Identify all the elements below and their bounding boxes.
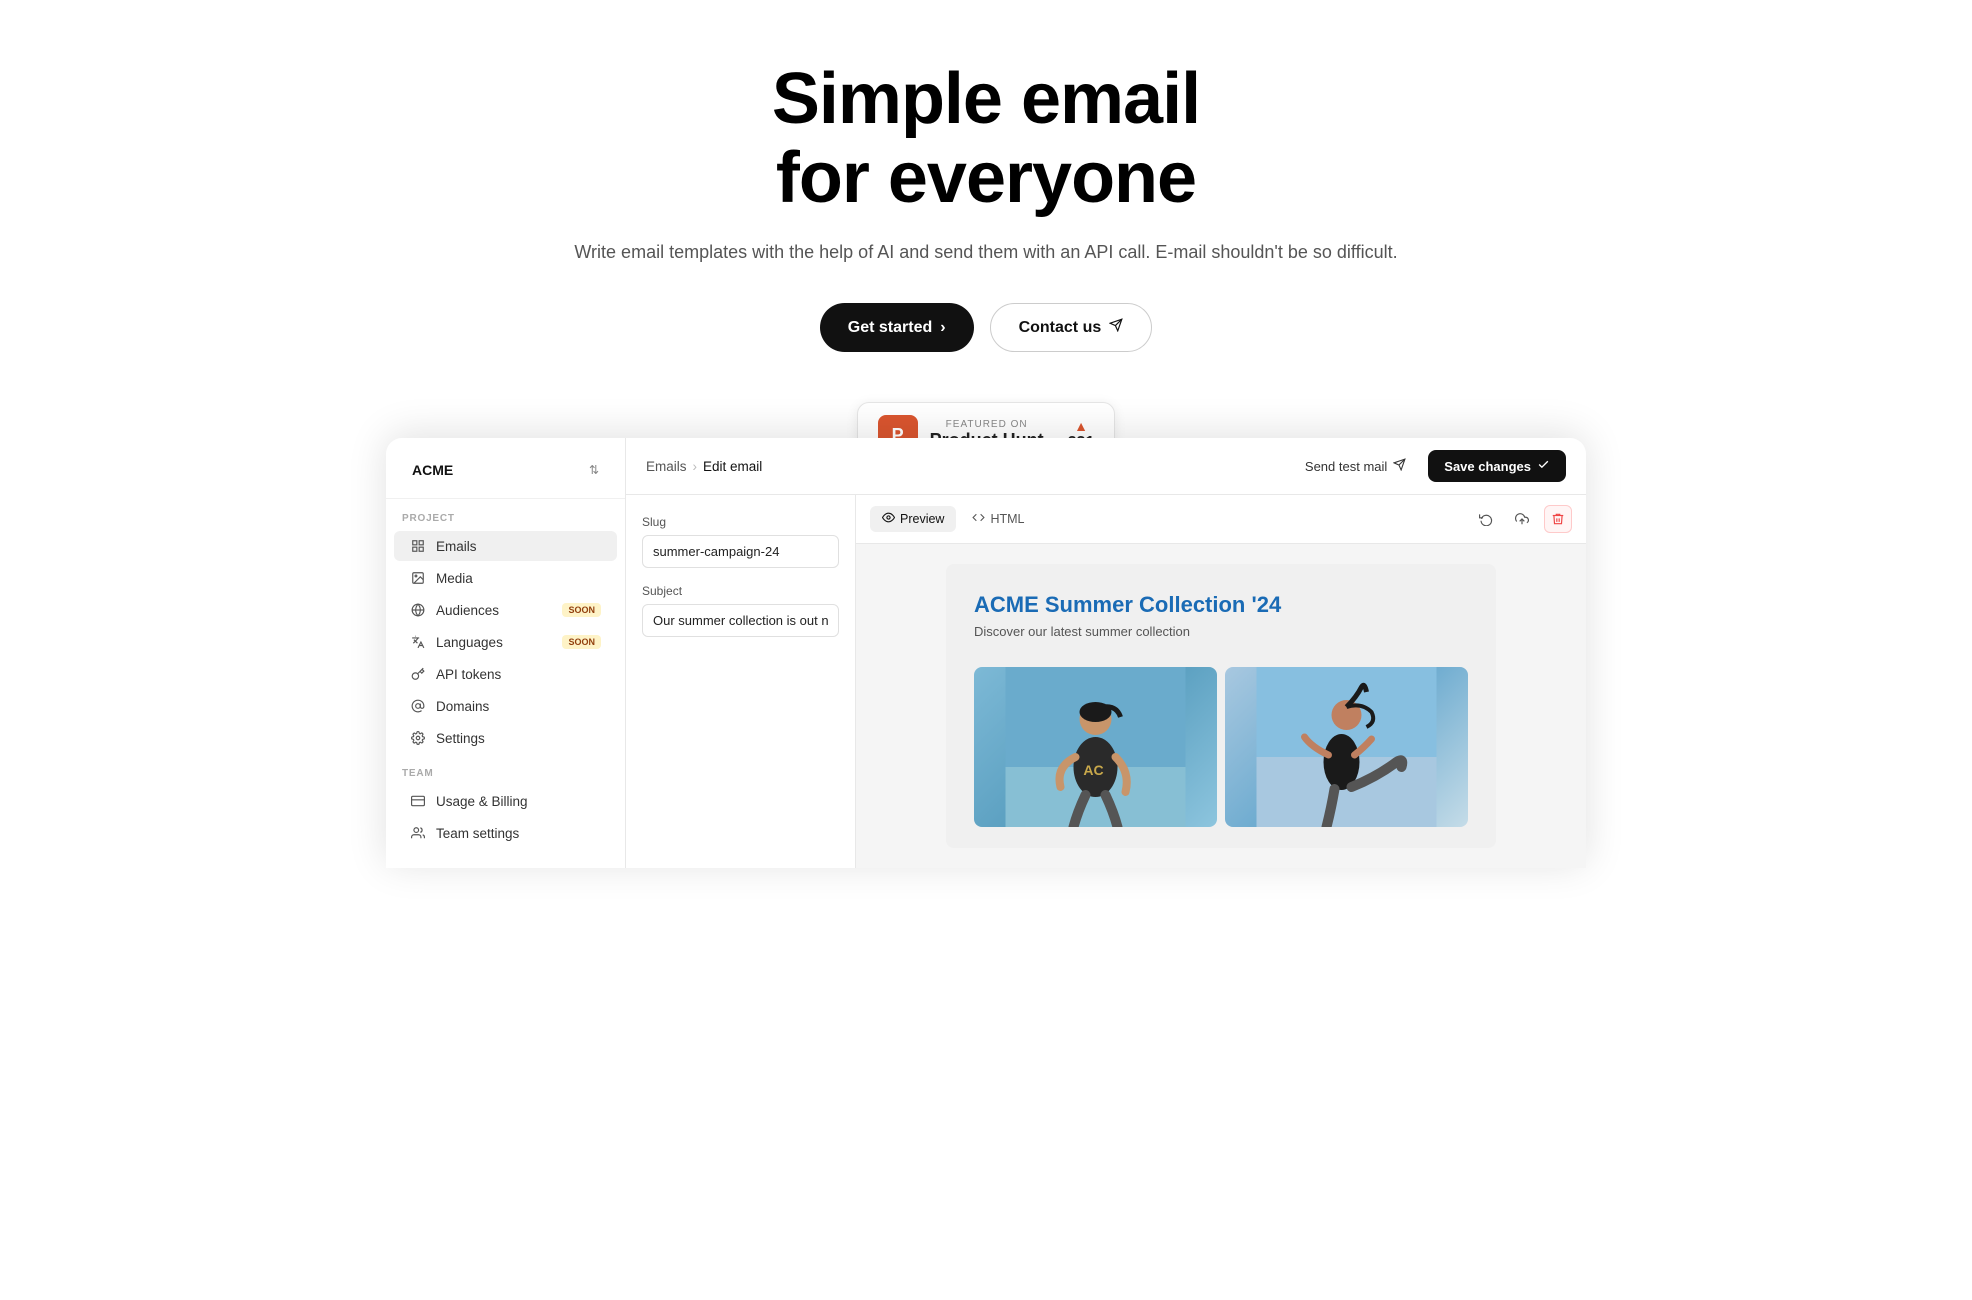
eye-icon: [882, 511, 895, 527]
hero-title: Simple email for everyone: [20, 60, 1952, 218]
preview-tabs: Preview HTML: [870, 506, 1037, 532]
send-test-icon: [1393, 458, 1406, 474]
editor-area: Slug Subject: [626, 495, 1586, 868]
sidebar-item-settings[interactable]: Settings: [394, 723, 617, 753]
chevron-right-icon: ›: [940, 319, 945, 337]
top-actions: Send test mail Save changes: [1295, 450, 1566, 482]
subject-input[interactable]: [642, 604, 839, 637]
at-icon: [410, 698, 426, 714]
preview-toolbar: Preview HTML: [856, 495, 1586, 544]
team-icon: [410, 825, 426, 841]
slug-label: Slug: [642, 515, 839, 529]
email-preview-content[interactable]: ACME Summer Collection '24 Discover our …: [856, 544, 1586, 868]
top-bar: Emails › Edit email Send test mail Save …: [626, 438, 1586, 495]
send-icon: [1109, 318, 1123, 337]
form-panel: Slug Subject: [626, 495, 856, 868]
sidebar-item-label: API tokens: [436, 667, 501, 682]
save-check-icon: [1537, 458, 1550, 474]
slug-input[interactable]: [642, 535, 839, 568]
get-started-button[interactable]: Get started ›: [820, 303, 974, 352]
email-card: ACME Summer Collection '24 Discover our …: [946, 564, 1496, 848]
sidebar-header: ACME ⇅: [386, 438, 625, 499]
sidebar-item-emails[interactable]: Emails: [394, 531, 617, 561]
hero-section: Simple email for everyone Write email te…: [0, 0, 1972, 468]
hero-buttons: Get started › Contact us: [20, 303, 1952, 352]
hero-subtitle: Write email templates with the help of A…: [20, 238, 1952, 267]
subject-field: Subject: [642, 584, 839, 637]
team-section-label: TEAM: [386, 754, 625, 785]
key-icon: [410, 666, 426, 682]
sidebar-item-label: Domains: [436, 699, 489, 714]
sidebar-item-label: Usage & Billing: [436, 794, 528, 809]
workspace-name: ACME: [412, 462, 453, 478]
image-icon: [410, 570, 426, 586]
send-test-mail-button[interactable]: Send test mail: [1295, 452, 1416, 480]
soon-badge: Soon: [562, 635, 601, 649]
undo-button[interactable]: [1472, 505, 1500, 533]
tab-preview[interactable]: Preview: [870, 506, 956, 532]
sidebar-item-domains[interactable]: Domains: [394, 691, 617, 721]
email-image-1: AC: [974, 667, 1217, 827]
breadcrumb-current: Edit email: [703, 459, 762, 474]
sidebar-item-label: Languages: [436, 635, 503, 650]
billing-icon: [410, 793, 426, 809]
email-image-2: [1225, 667, 1468, 827]
cloud-button[interactable]: [1508, 505, 1536, 533]
email-header-title: ACME Summer Collection '24: [974, 592, 1468, 618]
sidebar-item-label: Emails: [436, 539, 477, 554]
email-header-block: ACME Summer Collection '24 Discover our …: [946, 564, 1496, 659]
sidebar-item-label: Media: [436, 571, 473, 586]
main-content: Emails › Edit email Send test mail Save …: [626, 438, 1586, 868]
email-images: AC: [946, 659, 1496, 847]
globe-icon: [410, 602, 426, 618]
sidebar-item-label: Team settings: [436, 826, 519, 841]
sidebar-item-usage-billing[interactable]: Usage & Billing: [394, 786, 617, 816]
preview-toolbar-actions: [1472, 505, 1572, 533]
tab-html[interactable]: HTML: [960, 506, 1036, 532]
project-section-label: PROJECT: [386, 499, 625, 530]
breadcrumb: Emails › Edit email: [646, 459, 762, 474]
app-window: ACME ⇅ PROJECT Emails Media: [386, 438, 1586, 868]
soon-badge: Soon: [562, 603, 601, 617]
grid-icon: [410, 538, 426, 554]
sidebar-item-api-tokens[interactable]: API tokens: [394, 659, 617, 689]
sidebar-item-audiences[interactable]: Audiences Soon: [394, 595, 617, 625]
sidebar-item-team-settings[interactable]: Team settings: [394, 818, 617, 848]
save-changes-button[interactable]: Save changes: [1428, 450, 1566, 482]
delete-button[interactable]: [1544, 505, 1572, 533]
breadcrumb-emails-link[interactable]: Emails: [646, 459, 687, 474]
slug-field: Slug: [642, 515, 839, 568]
email-header-subtitle: Discover our latest summer collection: [974, 624, 1468, 639]
translate-icon: [410, 634, 426, 650]
chevron-down-icon: ⇅: [589, 463, 599, 477]
contact-us-button[interactable]: Contact us: [990, 303, 1153, 352]
sidebar: ACME ⇅ PROJECT Emails Media: [386, 438, 626, 868]
sidebar-item-media[interactable]: Media: [394, 563, 617, 593]
sidebar-item-label: Settings: [436, 731, 485, 746]
breadcrumb-separator: ›: [693, 459, 698, 474]
svg-text:AC: AC: [1083, 762, 1103, 778]
settings-icon: [410, 730, 426, 746]
sidebar-item-languages[interactable]: Languages Soon: [394, 627, 617, 657]
sidebar-item-label: Audiences: [436, 603, 499, 618]
workspace-selector[interactable]: ACME ⇅: [402, 454, 609, 486]
upvote-arrow-icon: ▲: [1074, 418, 1088, 434]
code-icon: [972, 511, 985, 527]
preview-panel: Preview HTML: [856, 495, 1586, 868]
subject-label: Subject: [642, 584, 839, 598]
